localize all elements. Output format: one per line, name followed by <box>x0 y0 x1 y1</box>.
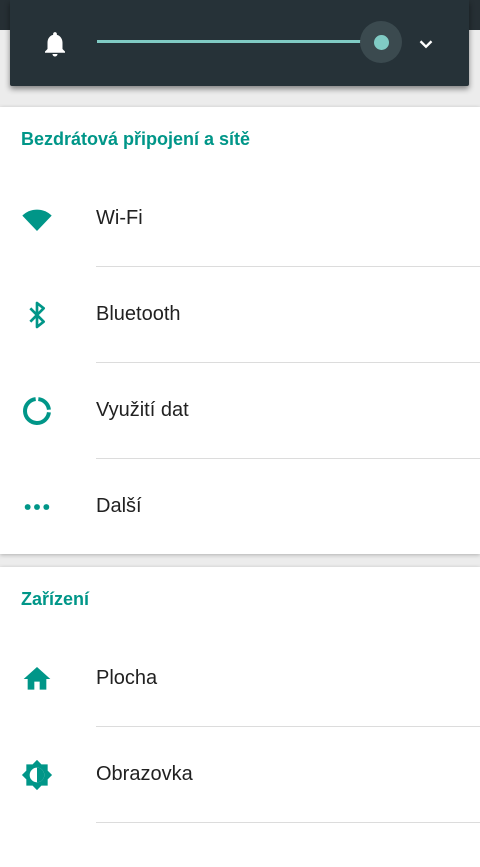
volume-slider-fill <box>97 40 382 43</box>
bell-icon[interactable] <box>40 28 70 60</box>
settings-item-wifi[interactable]: Wi-Fi <box>0 171 480 267</box>
settings-item-label: Bluetooth <box>96 303 181 325</box>
home-icon <box>23 667 51 690</box>
volume-slider[interactable] <box>97 40 384 43</box>
volume-slider-thumb[interactable] <box>373 35 389 50</box>
brightness-icon <box>21 759 53 791</box>
wifi-icon <box>22 209 52 231</box>
settings-item-label: Wi-Fi <box>96 207 143 229</box>
settings-item-data-usage[interactable]: Využití dat <box>0 363 480 459</box>
divider <box>96 822 480 823</box>
settings-item-display[interactable]: Obrazovka <box>0 727 480 823</box>
section-title-device: Zařízení <box>21 589 90 609</box>
more-icon <box>24 504 50 510</box>
volume-panel <box>10 0 469 86</box>
settings-item-label: Další <box>96 495 142 517</box>
device-card: Zařízení Plocha Obrazovka <box>0 567 480 867</box>
bluetooth-icon <box>29 301 45 329</box>
settings-item-label: Plocha <box>96 667 158 689</box>
section-title-wireless: Bezdrátová připojení a sítě <box>21 129 251 149</box>
settings-item-bluetooth[interactable]: Bluetooth <box>0 267 480 363</box>
chevron-down-icon[interactable] <box>415 33 437 55</box>
settings-item-more[interactable]: Další <box>0 459 480 555</box>
data-usage-icon <box>23 397 51 425</box>
settings-item-label: Využití dat <box>96 399 189 421</box>
settings-item-label: Obrazovka <box>96 763 193 785</box>
wireless-networks-card: Bezdrátová připojení a sítě Wi-Fi Blueto… <box>0 107 480 554</box>
settings-item-home[interactable]: Plocha <box>0 631 480 727</box>
